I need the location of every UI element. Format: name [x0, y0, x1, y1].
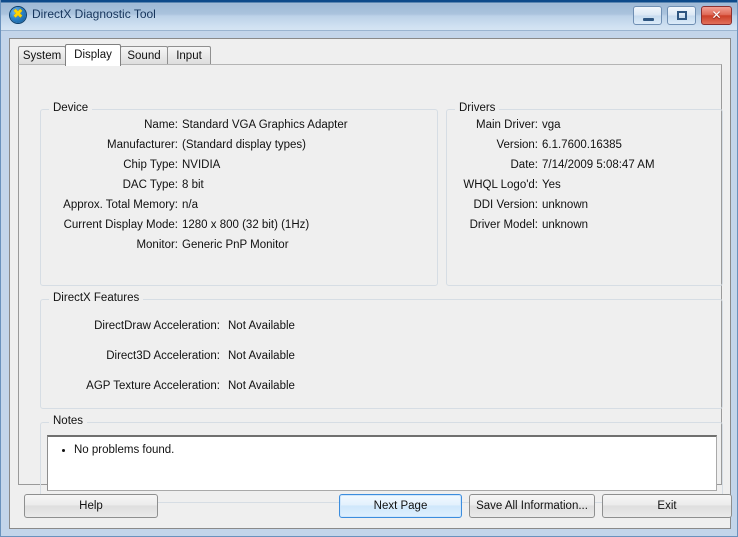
drivers-date-label: Date: — [510, 159, 539, 171]
direct3d-acceleration-label: Direct3D Acceleration: — [106, 350, 220, 362]
display-tab-panel: Device Name: Standard VGA Graphics Adapt… — [18, 64, 723, 503]
drivers-version-value: 6.1.7600.16385 — [542, 139, 622, 151]
maximize-button[interactable] — [667, 6, 696, 25]
tab-display[interactable]: Display — [65, 44, 121, 66]
device-name-label: Name: — [144, 119, 178, 131]
window-title: DirectX Diagnostic Tool — [32, 7, 156, 21]
tab-input[interactable]: Input — [167, 46, 211, 65]
device-dac-type-label: DAC Type: — [122, 179, 178, 191]
device-chip-type-label: Chip Type: — [123, 159, 178, 171]
directx-diagnostic-tool-window: ✖ DirectX Diagnostic Tool ✕ System Displ… — [0, 0, 738, 537]
maximize-icon — [668, 7, 695, 24]
device-manufacturer-value: (Standard display types) — [182, 139, 307, 151]
tab-system[interactable]: System — [18, 46, 66, 65]
close-button[interactable]: ✕ — [701, 6, 732, 25]
drivers-ddi-version-label: DDI Version: — [473, 199, 538, 211]
help-button[interactable]: Help — [24, 494, 158, 518]
drivers-group-title: Drivers — [455, 102, 500, 114]
minimize-icon — [634, 7, 661, 24]
device-display-mode-value: 1280 x 800 (32 bit) (1Hz) — [182, 219, 310, 231]
dialog-client-area: System Display Sound Input Device Name: … — [9, 38, 732, 529]
exit-button[interactable]: Exit — [602, 494, 732, 518]
next-page-button[interactable]: Next Page — [339, 494, 462, 518]
minimize-button[interactable] — [633, 6, 662, 25]
device-manufacturer-label: Manufacturer: — [107, 139, 178, 151]
device-display-mode-label: Current Display Mode: — [63, 219, 178, 231]
drivers-main-driver-value: vga — [542, 119, 561, 131]
directx-features-group: DirectX Features DirectDraw Acceleration… — [40, 292, 723, 409]
device-total-memory-label: Approx. Total Memory: — [63, 199, 178, 211]
device-total-memory-value: n/a — [182, 199, 198, 211]
directx-x-glyph: ✖ — [12, 7, 24, 22]
directdraw-acceleration-value: Not Available — [228, 320, 295, 332]
device-group: Device Name: Standard VGA Graphics Adapt… — [40, 102, 438, 286]
list-item: No problems found. — [74, 443, 716, 457]
directx-features-group-title: DirectX Features — [49, 292, 144, 304]
drivers-version-label: Version: — [496, 139, 538, 151]
close-icon: ✕ — [711, 8, 722, 22]
directdraw-acceleration-label: DirectDraw Acceleration: — [94, 320, 220, 332]
device-name-value: Standard VGA Graphics Adapter — [182, 119, 348, 131]
notes-list: No problems found. — [48, 437, 716, 457]
notes-group: Notes No problems found. — [40, 415, 723, 503]
device-dac-type-value: 8 bit — [182, 179, 204, 191]
drivers-whql-label: WHQL Logo'd: — [463, 179, 538, 191]
device-chip-type-value: NVIDIA — [182, 159, 221, 171]
drivers-date-value: 7/14/2009 5:08:47 AM — [542, 159, 655, 171]
drivers-whql-value: Yes — [542, 179, 561, 191]
notes-textbox[interactable]: No problems found. — [47, 435, 717, 491]
agp-texture-acceleration-value: Not Available — [228, 380, 295, 392]
drivers-driver-model-label: Driver Model: — [469, 219, 538, 231]
direct3d-acceleration-value: Not Available — [228, 350, 295, 362]
device-group-title: Device — [49, 102, 93, 114]
device-monitor-value: Generic PnP Monitor — [182, 239, 289, 251]
tab-sound[interactable]: Sound — [120, 46, 168, 65]
drivers-ddi-version-value: unknown — [542, 199, 589, 211]
save-all-information-button[interactable]: Save All Information... — [469, 494, 595, 518]
agp-texture-acceleration-label: AGP Texture Acceleration: — [86, 380, 220, 392]
drivers-main-driver-label: Main Driver: — [476, 119, 538, 131]
drivers-group: Drivers Main Driver: vga Version: 6.1.76… — [446, 102, 723, 286]
notes-group-title: Notes — [49, 415, 88, 427]
title-bar: ✖ DirectX Diagnostic Tool ✕ — [1, 0, 737, 31]
device-monitor-label: Monitor: — [136, 239, 178, 251]
drivers-driver-model-value: unknown — [542, 219, 589, 231]
directx-logo-icon: ✖ — [10, 7, 26, 23]
